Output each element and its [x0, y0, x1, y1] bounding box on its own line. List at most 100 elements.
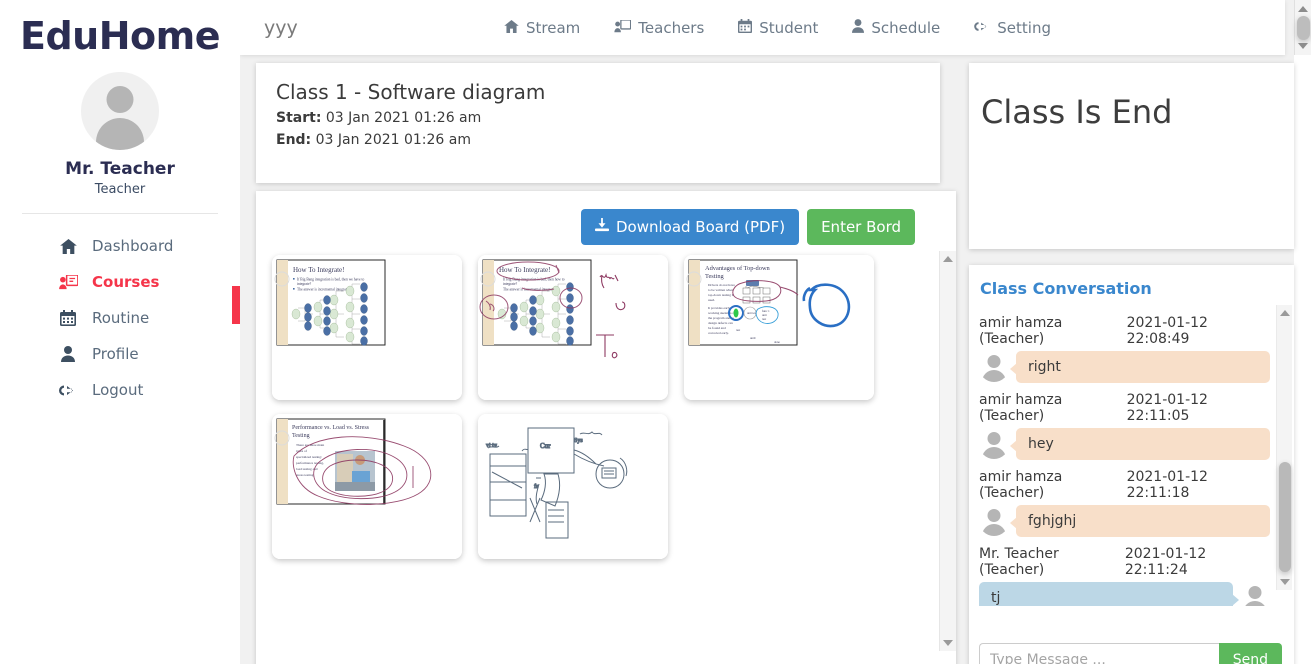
class-start-label: Start:: [276, 110, 322, 126]
sidebar-item-dashboard[interactable]: Dashboard: [0, 228, 240, 264]
svg-text:done: done: [774, 340, 781, 344]
sidebar-divider: [22, 213, 218, 214]
class-start-value: 03 Jan 2021 01:26 am: [325, 110, 482, 126]
sidebar-item-routine[interactable]: Routine: [0, 300, 240, 336]
chat-scrollbar[interactable]: [1276, 305, 1292, 590]
svg-text:design defects can: design defects can: [708, 321, 733, 325]
topnav-scrollbar[interactable]: [1294, 0, 1311, 55]
class-info-card: Class 1 - Software diagram Start: 03 Jan…: [256, 63, 940, 183]
svg-text:It provides early: It provides early: [708, 306, 731, 310]
board-slide-thumbnail[interactable]: Performance vs. Load vs. Stress Testing …: [272, 414, 462, 559]
sidebar-item-courses[interactable]: Courses: [0, 264, 240, 300]
scroll-up-arrow-icon[interactable]: [943, 256, 953, 262]
sidebar-item-label: Profile: [92, 345, 139, 363]
svg-text:integrate?: integrate?: [297, 282, 312, 286]
tab-student[interactable]: Student: [738, 18, 819, 37]
sidebar-user-role: Teacher: [94, 182, 146, 197]
chat-message-bubble: right: [1010, 351, 1270, 383]
avatar-body: [96, 118, 144, 150]
app-root: EduHome Mr. Teacher Teacher Dashboard Co…: [0, 0, 1311, 664]
avatar: [979, 429, 1009, 459]
svg-text:Performance vs. Load vs. Stres: Performance vs. Load vs. Stress: [292, 424, 370, 431]
board-slide-thumbnail[interactable]: How To Integrate! If Big Bang integratio…: [272, 255, 462, 400]
svg-text:be found and: be found and: [708, 326, 726, 330]
chat-message-header: Mr. Teacher (Teacher) 2021-01-12 22:11:2…: [979, 546, 1270, 578]
chat-message-header: amir hamza (Teacher) 2021-01-12 22:08:49: [979, 315, 1270, 347]
avatar-head: [987, 432, 1001, 445]
chat-message: amir hamza (Teacher) 2021-01-12 22:08:49…: [979, 315, 1270, 383]
chat-message: amir hamza (Teacher) 2021-01-12 22:11:05…: [979, 392, 1270, 460]
tab-teachers[interactable]: Teachers: [614, 19, 704, 37]
brand-logo[interactable]: EduHome: [0, 0, 240, 58]
scrollbar-thumb[interactable]: [1279, 462, 1291, 572]
send-message-button[interactable]: Send: [1218, 643, 1282, 664]
sidebar-item-logout[interactable]: Logout: [0, 372, 240, 408]
board-slide-thumbnail[interactable]: Cur vi tv fs Sys: [478, 414, 668, 559]
avatar-body: [982, 370, 1006, 382]
download-board-label: Download Board (PDF): [615, 218, 786, 236]
svg-text:corrected early.: corrected early.: [708, 331, 729, 335]
scroll-down-arrow-icon[interactable]: [1279, 579, 1290, 585]
board-actions: Download Board (PDF) Enter Bord: [580, 209, 915, 245]
avatar-body: [982, 447, 1006, 459]
class-end-value: 03 Jan 2021 01:26 am: [315, 132, 471, 148]
avatar-body: [982, 524, 1006, 536]
tab-stream[interactable]: Stream: [504, 19, 580, 37]
tab-label: Schedule: [871, 18, 941, 37]
scroll-down-arrow-icon[interactable]: [1298, 43, 1308, 49]
svg-text:Testing: Testing: [705, 273, 725, 280]
top-navbar: yyy Stream Teachers Student Schedule Set…: [240, 0, 1285, 55]
board-slide-thumbnail[interactable]: How To Integrate! If Big Bang integratio…: [478, 255, 668, 400]
chat-panel: Class Conversation amir hamza (Teacher) …: [969, 265, 1294, 664]
scroll-up-arrow-icon[interactable]: [1298, 6, 1308, 12]
chat-message-header: amir hamza (Teacher) 2021-01-12 22:11:05: [979, 392, 1270, 424]
chat-message-bubble: fghjghj: [1010, 505, 1270, 537]
board-slide-thumbnail[interactable]: Advantages of Top-down Testing Drivers d…: [684, 255, 874, 400]
svg-text:integrate?: integrate?: [503, 282, 518, 286]
svg-text:test: test: [736, 328, 740, 332]
main-content: Class 1 - Software diagram Start: 03 Jan…: [240, 55, 1311, 664]
board-scrollbar[interactable]: [939, 251, 956, 651]
board-panel: Download Board (PDF) Enter Bord How To I…: [256, 191, 956, 664]
tab-setting[interactable]: Setting: [974, 19, 1051, 37]
chat-message-bubble: tj: [979, 582, 1239, 606]
sidebar-item-label: Courses: [92, 273, 160, 291]
chat-message-row: tj: [979, 582, 1270, 606]
chat-message-author: amir hamza (Teacher): [979, 469, 1063, 501]
sidebar-item-label: Logout: [92, 381, 144, 399]
avatar-head: [106, 86, 134, 113]
tab-label: Student: [759, 18, 819, 37]
class-status-card: Class Is End: [969, 63, 1294, 249]
avatar-body: [1243, 601, 1267, 606]
svg-text:specialized testing:: specialized testing:: [296, 455, 322, 459]
user-icon: [852, 18, 865, 37]
svg-text:until: until: [750, 336, 756, 340]
avatar-head: [987, 355, 1001, 368]
sidebar-item-profile[interactable]: Profile: [0, 336, 240, 372]
class-title: Class 1 - Software diagram: [276, 80, 546, 104]
class-start-row: Start: 03 Jan 2021 01:26 am: [276, 110, 920, 126]
enter-board-button[interactable]: Enter Bord: [807, 209, 915, 245]
class-status-text: Class Is End: [981, 93, 1173, 131]
svg-text:Sys: Sys: [574, 438, 583, 444]
scroll-up-arrow-icon[interactable]: [1279, 310, 1290, 316]
download-board-pdf-button[interactable]: Download Board (PDF): [580, 209, 800, 245]
chat-message-header: amir hamza (Teacher) 2021-01-12 22:11:18: [979, 469, 1270, 501]
scrollbar-thumb[interactable]: [1297, 16, 1310, 40]
svg-text:How To Integrate!: How To Integrate!: [293, 266, 344, 274]
chat-message-time: 2021-01-12 22:11:05: [1126, 392, 1208, 424]
chat-message-time: 2021-01-12 22:11:24: [1124, 546, 1207, 578]
tab-label: Setting: [997, 18, 1051, 37]
chat-message-input[interactable]: [979, 643, 1219, 664]
avatar: [1240, 583, 1270, 606]
calendar-icon: [738, 18, 753, 37]
chat-message-list[interactable]: amir hamza (Teacher) 2021-01-12 22:08:49…: [969, 306, 1294, 606]
sidebar-item-label: Dashboard: [92, 237, 174, 255]
svg-text:working skeleton of: working skeleton of: [708, 311, 736, 315]
class-end-row: End: 03 Jan 2021 01:26 am: [276, 132, 920, 148]
chat-message-author: amir hamza (Teacher): [979, 392, 1063, 424]
svg-text:to be written when: to be written when: [708, 288, 734, 292]
scroll-down-arrow-icon[interactable]: [943, 640, 953, 646]
tab-schedule[interactable]: Schedule: [852, 19, 940, 37]
chat-message-row: fghjghj: [979, 505, 1270, 537]
